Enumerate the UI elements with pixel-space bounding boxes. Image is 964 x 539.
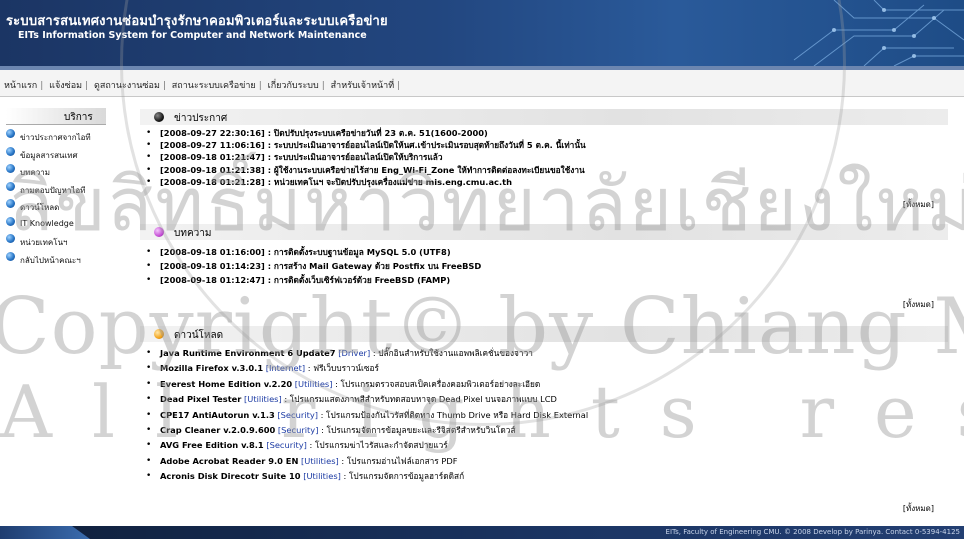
download-item[interactable]: Acronis Disk Direcotr Suite 10 [Utilitie… bbox=[146, 469, 946, 485]
sidebar-header: บริการ bbox=[6, 108, 106, 125]
menu-report-repair[interactable]: แจ้งซ่อม bbox=[49, 81, 82, 91]
news-item[interactable]: [2008-09-27 22:30:16] : ปิดปรับปรุงระบบเ… bbox=[146, 127, 946, 139]
dark-ball-icon bbox=[154, 112, 164, 122]
purple-ball-icon bbox=[154, 227, 164, 237]
blue-ball-icon bbox=[6, 146, 15, 156]
article-item[interactable]: [2008-09-18 01:14:23] : การสร้าง Mail Ga… bbox=[146, 259, 946, 273]
news-title: ข่าวประกาศ bbox=[174, 113, 228, 124]
downloads-section-header: ดาวน์โหลด bbox=[140, 326, 948, 342]
articles-section-header: บทความ bbox=[140, 224, 948, 240]
footer-corner-graphic bbox=[0, 526, 90, 539]
site-title-en: EITs Information System for Computer and… bbox=[18, 30, 367, 41]
sidebar-item-articles[interactable]: บทความ bbox=[6, 163, 118, 181]
news-item[interactable]: [2008-09-18 01:21:38] : ผู้ใช้งานระบบเคร… bbox=[146, 164, 946, 176]
footer-text: EITs, Faculty of Engineering CMU. © 2008… bbox=[665, 528, 960, 536]
news-item[interactable]: [2008-09-18 01:21:28] : หน่วยเทคโนฯ จะปิ… bbox=[146, 176, 946, 188]
sidebar-item-info[interactable]: ข้อมูลสารสนเทศ bbox=[6, 146, 118, 164]
top-menu: หน้าแรก | แจ้งซ่อม | ดูสถานะงานซ่อม | สถานะ… bbox=[0, 70, 964, 97]
articles-title: บทความ bbox=[174, 228, 212, 239]
menu-about[interactable]: เกี่ยวกับระบบ bbox=[268, 81, 319, 91]
blue-ball-icon bbox=[6, 181, 15, 191]
downloads-list: Java Runtime Environment 6 Update7 [Driv… bbox=[146, 346, 946, 485]
sidebar-title: บริการ bbox=[64, 112, 93, 123]
blue-ball-icon bbox=[6, 164, 15, 173]
menu-staff[interactable]: สำหรับเจ้าหน้าที่ bbox=[331, 81, 395, 91]
downloads-more-link[interactable]: [ทั้งหมด] bbox=[903, 502, 934, 515]
blue-ball-icon bbox=[6, 199, 15, 208]
orange-ball-icon bbox=[154, 329, 164, 339]
menu-repair-status[interactable]: ดูสถานะงานซ่อม bbox=[94, 81, 160, 91]
download-item[interactable]: Adobe Acrobat Reader 9.0 EN [Utilities] … bbox=[146, 454, 946, 470]
news-list: [2008-09-27 22:30:16] : ปิดปรับปรุงระบบเ… bbox=[146, 127, 946, 188]
download-item[interactable]: Java Runtime Environment 6 Update7 [Driv… bbox=[146, 346, 946, 362]
site-header: ระบบสารสนเทศงานซ่อมบำรุงรักษาคอมพิวเตอร์… bbox=[0, 0, 964, 66]
sidebar-list: ข่าวประกาศจากไอที ข้อมูลสารสนเทศ บทความ … bbox=[6, 128, 118, 268]
blue-ball-icon bbox=[6, 234, 15, 243]
download-item[interactable]: AVG Free Edition v.8.1 [Security] : โปรแ… bbox=[146, 438, 946, 454]
circuit-board-graphic bbox=[793, 0, 964, 66]
articles-more-link[interactable]: [ทั้งหมด] bbox=[903, 298, 934, 311]
news-item[interactable]: [2008-09-27 11:06:16] : ระบบประเมินอาจาร… bbox=[146, 139, 946, 151]
sidebar-item-download[interactable]: ดาวน์โหลด bbox=[6, 198, 118, 216]
menu-network-status[interactable]: สถานะระบบเครือข่าย bbox=[172, 81, 256, 91]
news-section-header: ข่าวประกาศ bbox=[140, 109, 948, 125]
menu-home[interactable]: หน้าแรก bbox=[4, 81, 37, 91]
article-item[interactable]: [2008-09-18 01:12:47] : การติดตั้งเว็บเซ… bbox=[146, 273, 946, 287]
sidebar-item-it-knowledge[interactable]: IT Knowledge bbox=[6, 216, 118, 234]
download-item[interactable]: Mozilla Firefox v.3.0.1 [Internet] : ฟรี… bbox=[146, 361, 946, 377]
site-footer: EITs, Faculty of Engineering CMU. © 2008… bbox=[0, 526, 964, 539]
sidebar-item-faculty-home[interactable]: กลับไปหน้าคณะฯ bbox=[6, 251, 118, 269]
article-item[interactable]: [2008-09-18 01:16:00] : การติดตั้งระบบฐา… bbox=[146, 245, 946, 259]
news-item[interactable]: [2008-09-18 01:21:47] : ระบบประเมินอาจาร… bbox=[146, 151, 946, 163]
sidebar-item-tech-unit[interactable]: หน่วยเทคโนฯ bbox=[6, 233, 118, 251]
download-item[interactable]: Everest Home Edition v.2.20 [Utilities] … bbox=[146, 377, 946, 393]
news-more-link[interactable]: [ทั้งหมด] bbox=[903, 198, 934, 211]
sidebar-item-news[interactable]: ข่าวประกาศจากไอที bbox=[6, 128, 118, 146]
sidebar-item-faq[interactable]: ถามตอบปัญหาไอที bbox=[6, 181, 118, 199]
site-title-th: ระบบสารสนเทศงานซ่อมบำรุงรักษาคอมพิวเตอร์… bbox=[6, 14, 388, 29]
articles-list: [2008-09-18 01:16:00] : การติดตั้งระบบฐา… bbox=[146, 245, 946, 287]
download-item[interactable]: Crap Cleaner v.2.0.9.600 [Security] : โป… bbox=[146, 423, 946, 439]
download-item[interactable]: Dead Pixel Tester [Utilities] : โปรแกรมแ… bbox=[146, 392, 946, 408]
downloads-title: ดาวน์โหลด bbox=[174, 330, 224, 341]
blue-ball-icon bbox=[6, 129, 15, 138]
download-item[interactable]: CPE17 AntiAutorun v.1.3 [Security] : โปร… bbox=[146, 408, 946, 424]
blue-ball-icon bbox=[6, 216, 15, 226]
blue-ball-icon bbox=[6, 251, 15, 261]
